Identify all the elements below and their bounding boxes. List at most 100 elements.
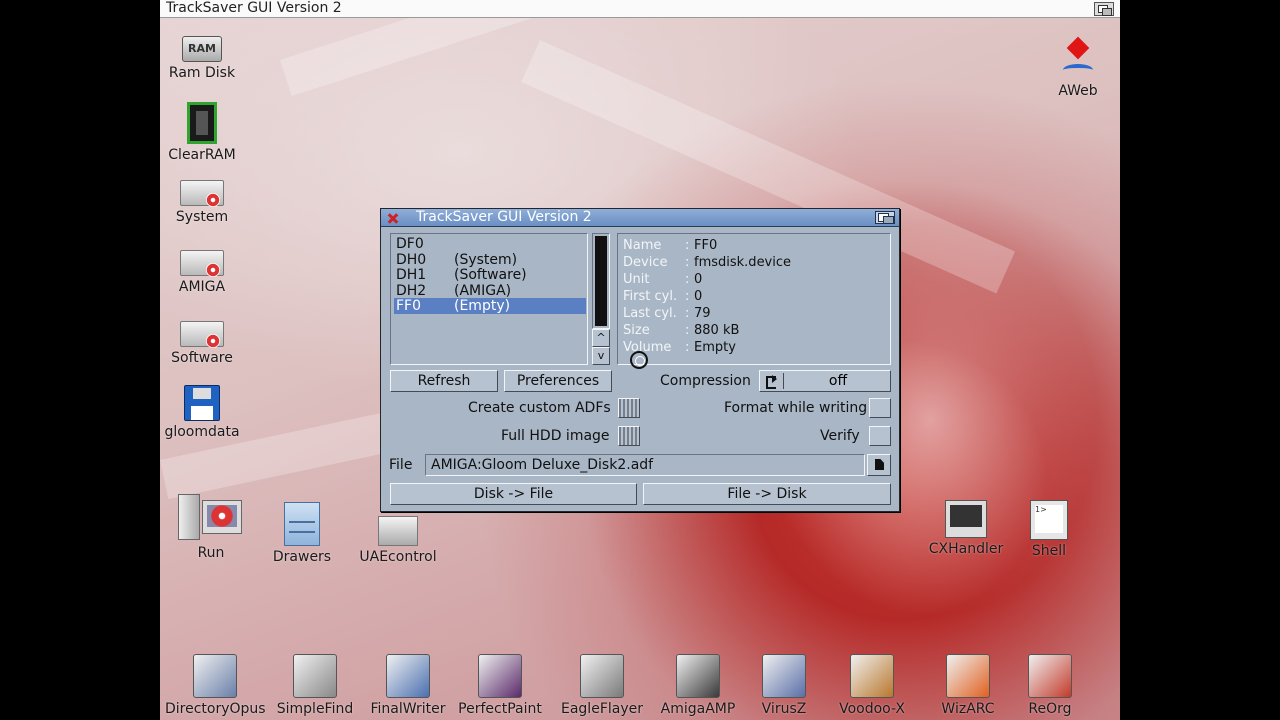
info-key: Name	[623, 238, 662, 253]
icon-label: ReOrg	[1028, 701, 1072, 717]
icon-label: Drawers	[272, 549, 332, 565]
device-name: DH0	[396, 251, 427, 268]
dock-icon-simplefind[interactable]: SimpleFind	[265, 654, 365, 717]
desktop-icon-aweb[interactable]: AWeb	[1028, 36, 1120, 99]
dock-icon-reorg[interactable]: ReOrg	[1000, 654, 1100, 717]
screen-title: TrackSaver GUI Version 2	[166, 0, 342, 16]
info-separator: :	[685, 340, 690, 355]
icon-label: AWeb	[1058, 83, 1098, 99]
device-info-panel: Name: FF0 Device: fmsdisk.device Unit:0 First…	[617, 233, 891, 365]
device-name: DH1	[396, 267, 427, 283]
archive-star-icon	[946, 654, 990, 698]
scroll-up-button[interactable]: ^	[592, 329, 610, 347]
ram-disk-icon: RAM	[182, 36, 222, 62]
compression-cycle[interactable]: off	[759, 370, 891, 392]
busy-pointer-icon	[630, 351, 648, 369]
info-key: Unit	[623, 272, 650, 287]
compression-value: off	[828, 373, 848, 389]
compression-label: Compression	[660, 373, 751, 389]
monitor-icon	[945, 500, 987, 538]
device-list-scrollbar[interactable]: ^ v	[592, 233, 610, 365]
uae-drive-icon	[378, 516, 418, 546]
verify-label: Verify	[820, 428, 860, 444]
desktop-icon-gloomdata[interactable]: gloomdata	[160, 385, 252, 440]
info-row: Name: FF0	[623, 237, 883, 254]
icon-label: AMIGA	[178, 279, 226, 295]
device-list-item[interactable]: FF0 (Empty)	[394, 298, 586, 314]
screen-depth-gadget[interactable]	[1094, 2, 1114, 16]
pen-paper-icon	[386, 654, 430, 698]
full-hdd-checkbox[interactable]	[618, 426, 640, 446]
bug-icon	[762, 654, 806, 698]
info-row: Device: fmsdisk.device	[623, 254, 883, 271]
icon-label: DirectoryOpus	[165, 701, 266, 717]
icon-label: Voodoo-X	[839, 701, 905, 717]
info-row: Unit:0	[623, 271, 883, 288]
desktop-icon-ram-disk[interactable]: RAM Ram Disk	[160, 36, 252, 81]
desktop-icon-drawers[interactable]: Drawers	[252, 502, 352, 565]
scroll-track[interactable]	[592, 233, 610, 329]
create-adfs-label: Create custom ADFs	[468, 400, 611, 416]
format-writing-checkbox[interactable]	[869, 398, 891, 418]
file-label: File	[389, 457, 413, 473]
shell-icon	[1030, 500, 1068, 540]
info-value: 880 kB	[694, 323, 740, 338]
disk-to-file-button[interactable]: Disk -> File	[390, 483, 637, 505]
device-name: DF0	[396, 236, 424, 252]
icon-label: Software	[171, 350, 233, 366]
info-value: 0	[694, 289, 703, 304]
desktop-icon-shell[interactable]: Shell	[999, 500, 1099, 559]
dock-icon-eagleflayer[interactable]: EagleFlayer	[552, 654, 652, 717]
refresh-button[interactable]: Refresh	[390, 370, 498, 392]
info-separator: :	[685, 238, 690, 253]
desktop-icon-uaecontrol[interactable]: UAEcontrol	[348, 516, 448, 565]
scroll-down-button[interactable]: v	[592, 347, 610, 365]
desktop-icon-software[interactable]: Software	[160, 321, 252, 366]
amp-icon	[676, 654, 720, 698]
file-requester-icon[interactable]	[867, 454, 891, 476]
info-value: fmsdisk.device	[694, 255, 792, 270]
info-separator: :	[685, 289, 690, 304]
icon-label: PerfectPaint	[458, 701, 542, 717]
preferences-button[interactable]: Preferences	[504, 370, 612, 392]
file-to-disk-button[interactable]: File -> Disk	[643, 483, 891, 505]
window-title-bar[interactable]: TrackSaver GUI Version 2	[381, 209, 899, 227]
info-separator: :	[685, 306, 690, 321]
icon-label: AmigaAMP	[660, 701, 736, 717]
info-key: Size	[623, 323, 650, 338]
device-list-item[interactable]: DF0	[394, 236, 586, 252]
device-list-item[interactable]: DH1 (Software)	[394, 267, 586, 283]
info-value: 0	[694, 272, 703, 287]
info-key: First cyl.	[623, 289, 678, 304]
close-icon[interactable]	[383, 210, 403, 226]
desktop-icon-amiga[interactable]: AMIGA	[160, 250, 252, 295]
scroll-knob[interactable]	[595, 236, 607, 326]
verify-checkbox[interactable]	[869, 426, 891, 446]
info-separator: :	[685, 323, 690, 338]
dock-icon-virusz[interactable]: VirusZ	[734, 654, 834, 717]
icon-label: VirusZ	[761, 701, 807, 717]
drawers-icon	[284, 502, 320, 546]
device-list-item[interactable]: DH2 (AMIGA)	[394, 283, 586, 299]
device-list[interactable]: DF0 DH0 (System) DH1 (Software) DH2 (AMIGA) FF0…	[390, 233, 588, 365]
desktop-icon-clearram[interactable]: ClearRAM	[160, 102, 252, 163]
desktop-icon-run[interactable]: Run	[161, 492, 261, 561]
window-title: TrackSaver GUI Version 2	[416, 209, 592, 225]
create-adfs-checkbox[interactable]	[618, 398, 640, 418]
dock-icon-amigaamp[interactable]: AmigaAMP	[648, 654, 748, 717]
device-volume: (System)	[454, 251, 518, 268]
dock-icon-perfectpaint[interactable]: PerfectPaint	[450, 654, 550, 717]
device-list-item[interactable]: DH0 (System)	[394, 252, 586, 268]
icon-label: SimpleFind	[276, 701, 354, 717]
device-name: DH2	[396, 282, 427, 299]
dock-icon-directoryopus[interactable]: DirectoryOpus	[165, 654, 266, 717]
icon-label: Shell	[1031, 543, 1067, 559]
icon-label: gloomdata	[164, 424, 240, 440]
dock-icon-finalwriter[interactable]: FinalWriter	[358, 654, 458, 717]
dock-icon-voodoo-x[interactable]: Voodoo-X	[822, 654, 922, 717]
desktop-icon-system[interactable]: System	[160, 180, 252, 225]
screen-title-bar[interactable]: TrackSaver GUI Version 2	[160, 0, 1120, 18]
file-path-input[interactable]: AMIGA:Gloom Deluxe_Disk2.adf	[425, 454, 865, 476]
icon-label: UAEcontrol	[359, 549, 437, 565]
window-depth-icon[interactable]	[875, 211, 895, 224]
